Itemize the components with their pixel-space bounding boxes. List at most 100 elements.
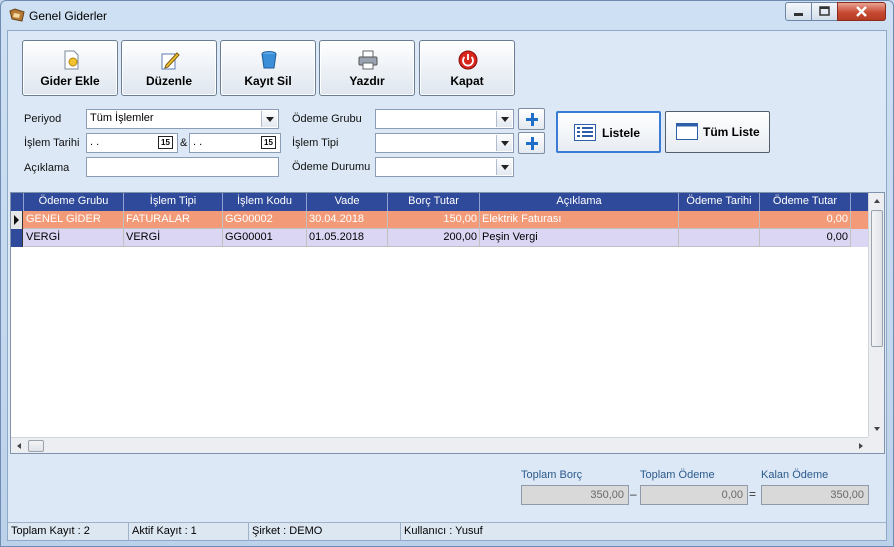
description-label: Açıklama <box>24 162 70 174</box>
add-expense-button[interactable]: Gider Ekle <box>22 40 118 96</box>
vertical-scrollbar[interactable] <box>868 193 884 437</box>
table-cell[interactable]: Elektrik Faturası <box>480 211 679 229</box>
payment-group-select[interactable] <box>375 109 514 129</box>
table-cell[interactable] <box>679 229 760 247</box>
table-cell[interactable]: 0,00 <box>760 229 851 247</box>
total-paid-label: Toplam Ödeme <box>640 469 715 481</box>
chevron-down-icon[interactable] <box>496 159 512 175</box>
chevron-down-icon[interactable] <box>496 111 512 127</box>
status-bar: Toplam Kayıt : 2 Aktif Kayıt : 1 Şirket … <box>8 522 886 541</box>
list-all-button[interactable]: Tüm Liste <box>665 111 770 153</box>
add-expense-label: Gider Ekle <box>40 74 100 88</box>
list-icon <box>574 124 596 141</box>
transaction-type-select[interactable] <box>375 133 514 153</box>
title-bar: Genel Giderler <box>1 1 893 29</box>
scroll-left-icon[interactable] <box>11 438 27 454</box>
scroll-corner <box>868 437 884 453</box>
period-value: Tüm İşlemler <box>90 112 154 124</box>
calendar-icon[interactable]: 15 <box>158 136 173 149</box>
table-cell[interactable]: 30.04.2018 <box>307 211 388 229</box>
edit-button[interactable]: Düzenle <box>121 40 217 96</box>
column-header[interactable]: Ödeme Grubu <box>24 193 124 211</box>
table-row[interactable]: VERGİ VERGİ GG00001 01.05.2018 200,00 Pe… <box>11 229 869 247</box>
table-cell[interactable]: 150,00 <box>388 211 480 229</box>
vertical-scroll-thumb[interactable] <box>871 210 883 347</box>
table-cell[interactable]: 0,00 <box>760 211 851 229</box>
expenses-grid[interactable]: Ödeme Grubu İşlem Tipi İşlem Kodu Vade B… <box>10 192 885 454</box>
total-debt-field: 350,00 <box>521 485 629 505</box>
list-all-label: Tüm Liste <box>703 125 760 139</box>
close-button[interactable]: Kapat <box>419 40 515 96</box>
transaction-type-label: İşlem Tipi <box>292 137 339 149</box>
table-cell[interactable]: 200,00 <box>388 229 480 247</box>
payment-group-label: Ödeme Grubu <box>292 113 362 125</box>
table-cell[interactable]: Peşin Vergi <box>480 229 679 247</box>
chevron-down-icon[interactable] <box>496 135 512 151</box>
date-to-field[interactable]: . . 15 <box>189 133 281 153</box>
scroll-up-icon[interactable] <box>869 193 885 209</box>
column-header[interactable]: İşlem Kodu <box>223 193 307 211</box>
date-label: İşlem Tarihi <box>24 137 80 149</box>
period-select[interactable]: Tüm İşlemler <box>86 109 279 129</box>
scroll-right-icon[interactable] <box>853 438 869 454</box>
add-payment-group-button[interactable] <box>518 108 545 130</box>
remaining-field: 350,00 <box>761 485 869 505</box>
company-status: Şirket : DEMO <box>249 523 401 541</box>
add-transaction-type-button[interactable] <box>518 132 545 154</box>
table-cell[interactable]: VERGİ <box>124 229 223 247</box>
delete-record-button[interactable]: Kayıt Sil <box>220 40 316 96</box>
delete-record-label: Kayıt Sil <box>244 74 292 88</box>
maximize-button[interactable] <box>811 2 838 21</box>
list-button[interactable]: Listele <box>556 111 661 153</box>
description-field[interactable] <box>86 157 279 177</box>
trash-bin-icon <box>261 51 277 69</box>
close-label: Kapat <box>450 74 484 88</box>
payment-status-select[interactable] <box>375 157 514 177</box>
horizontal-scrollbar[interactable] <box>11 437 869 453</box>
table-cell[interactable]: GENEL GİDER <box>24 211 124 229</box>
print-label: Yazdır <box>349 74 385 88</box>
date-from-value: . . <box>90 136 100 148</box>
calendar-icon[interactable]: 15 <box>261 136 276 149</box>
close-window-button[interactable] <box>837 2 886 21</box>
scroll-down-icon[interactable] <box>869 421 885 437</box>
table-cell[interactable]: VERGİ <box>24 229 124 247</box>
column-header[interactable]: İşlem Tipi <box>124 193 223 211</box>
app-window: Genel Giderler Gider Ekle Düzenle Kayıt … <box>0 0 894 547</box>
maximize-icon <box>819 6 830 16</box>
horizontal-scroll-thumb[interactable] <box>28 440 44 452</box>
table-cell[interactable]: 01.05.2018 <box>307 229 388 247</box>
date-to-value: . . <box>193 136 203 148</box>
table-cell[interactable]: GG00001 <box>223 229 307 247</box>
grid-header: Ödeme Grubu İşlem Tipi İşlem Kodu Vade B… <box>11 193 869 211</box>
date-from-field[interactable]: . . 15 <box>86 133 178 153</box>
new-document-icon <box>64 50 79 70</box>
printer-icon <box>358 50 378 70</box>
row-indicator[interactable] <box>11 229 23 247</box>
active-record-status: Aktif Kayıt : 1 <box>129 523 249 541</box>
window-title: Genel Giderler <box>29 9 108 23</box>
edit-label: Düzenle <box>145 74 192 88</box>
power-icon <box>458 50 478 70</box>
pencil-edit-icon <box>161 52 180 70</box>
period-label: Periyod <box>24 113 62 125</box>
user-status: Kullanıcı : Yusuf <box>404 525 483 537</box>
chevron-down-icon[interactable] <box>261 111 277 127</box>
column-header[interactable]: Vade <box>307 193 388 211</box>
table-row[interactable]: GENEL GİDER FATURALAR GG00002 30.04.2018… <box>11 211 869 229</box>
column-header[interactable]: Açıklama <box>480 193 679 211</box>
minimize-button[interactable] <box>785 2 812 21</box>
remaining-label: Kalan Ödeme <box>761 469 829 481</box>
payment-status-label: Ödeme Durumu <box>292 161 371 173</box>
column-header[interactable]: Ödeme Tarihi <box>679 193 760 211</box>
table-cell[interactable]: GG00002 <box>223 211 307 229</box>
equals-operator: = <box>749 487 757 501</box>
table-cell[interactable] <box>679 211 760 229</box>
column-header[interactable]: Borç Tutar <box>388 193 480 211</box>
print-button[interactable]: Yazdır <box>319 40 415 96</box>
minimize-icon <box>794 13 803 16</box>
table-cell[interactable]: FATURALAR <box>124 211 223 229</box>
minus-operator: – <box>630 487 637 501</box>
column-header[interactable]: Ödeme Tutar <box>760 193 851 211</box>
row-indicator[interactable] <box>11 211 23 229</box>
